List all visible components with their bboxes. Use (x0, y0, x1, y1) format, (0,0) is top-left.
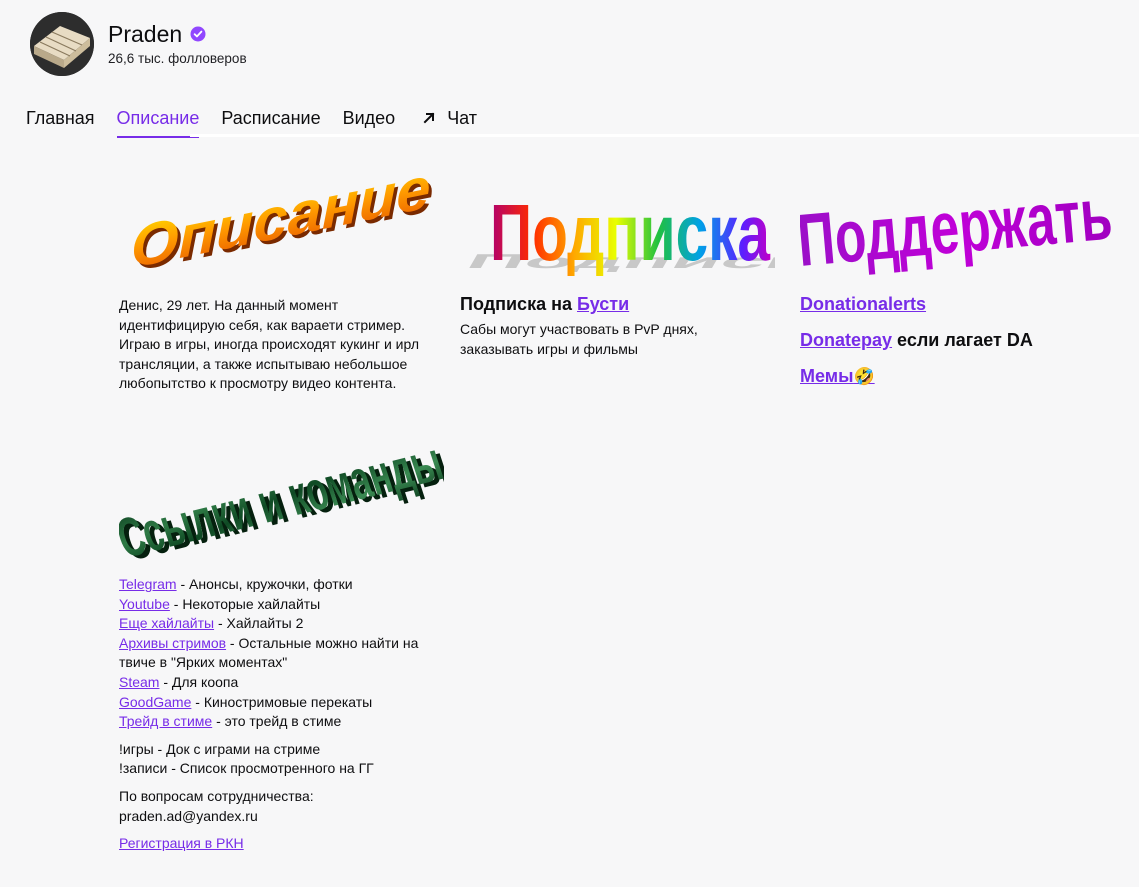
subscribe-text: Сабы могут участвовать в PvP днях, заказ… (460, 321, 698, 357)
list-item: GoodGame - Кинострим­овые перекаты (119, 693, 373, 710)
telegram-link[interactable]: Telegram (119, 576, 177, 592)
channel-header: Praden 26,6 тыс. фолловеров (30, 12, 247, 76)
pallet-avatar-image (30, 12, 94, 76)
tab-schedule[interactable]: Расписание (221, 106, 320, 136)
about-panel-image: Описание Описание (131, 168, 434, 284)
external-arrow-icon (423, 112, 435, 124)
laughing-emoji-icon: 🤣 (853, 367, 875, 386)
panel-about: Описание Описание Денис, 29 лет. На данн… (119, 168, 444, 394)
links-panel-image: Ссылки и команды Ссылки и команды (119, 446, 444, 571)
more-highlights-link[interactable]: Еще хайлайты (119, 615, 214, 631)
tabs-divider (190, 134, 1139, 137)
youtube-link[interactable]: Youtube (119, 596, 170, 612)
links-image-title: Ссылки и команды (119, 446, 444, 569)
followers-count: 26,6 тыс. фолловеров (108, 51, 247, 66)
links-list: Telegram - Анонсы, кружочки, фотки Youtu… (119, 575, 444, 854)
panel-support: Поддержать Donationalerts Donatepay если… (800, 168, 1125, 389)
panel-subscribe: Подписка Подписка Подписка на Бусти Сабы… (460, 168, 775, 359)
tab-about[interactable]: Описание (116, 106, 200, 138)
about-text: Денис, 29 лет. На данный момент идентифи… (119, 297, 419, 392)
about-image-title: Описание (131, 168, 430, 281)
boosty-link[interactable]: Бусти (577, 294, 629, 314)
command-records: !записи - Список просмотренного на ГГ (119, 760, 374, 777)
support-image-title: Поддержать (800, 172, 1115, 282)
list-item: Архивы стримов - Остальные можно найти н… (119, 634, 419, 671)
donatepay-link[interactable]: Donatepay (800, 330, 892, 350)
tab-chat-label: Чат (447, 108, 478, 128)
steam-trade-link[interactable]: Трейд в стиме (119, 713, 212, 729)
memes-link[interactable]: Мемы🤣 (800, 366, 875, 386)
contact-email: praden.ad@yandex.ru (119, 807, 258, 824)
tab-videos[interactable]: Видео (343, 106, 396, 136)
panel-links: Ссылки и команды Ссылки и команды Telegr… (119, 446, 444, 854)
list-item: Telegram - Анонсы, кружочки, фотки (119, 576, 353, 592)
tab-home[interactable]: Главная (26, 106, 95, 136)
command-games: !игры - Док с играми на стриме (119, 740, 321, 757)
goodgame-link[interactable]: GoodGame (119, 694, 191, 710)
stream-archives-link[interactable]: Архивы стримов (119, 635, 226, 651)
avatar[interactable] (30, 12, 94, 76)
subscribe-image-title: Подписка (490, 188, 770, 277)
subscribe-panel-image: Подписка Подписка (461, 188, 775, 277)
list-item: Youtube - Некоторые хайлайты (119, 595, 321, 612)
rkn-registration-link[interactable]: Регистрация в РКН (119, 835, 244, 851)
subscribe-title: Подписка на (460, 294, 572, 314)
list-item: Steam - Для коопа (119, 673, 239, 690)
tab-chat[interactable]: Чат (421, 106, 477, 136)
list-item: Еще хайлайты - Хайлайты 2 (119, 615, 304, 632)
verified-badge-icon (190, 26, 206, 42)
support-panel-image: Поддержать (800, 172, 1115, 282)
steam-link[interactable]: Steam (119, 674, 159, 690)
list-item: Трейд в стиме - это трейд в стиме (119, 713, 342, 730)
channel-name[interactable]: Praden (108, 20, 182, 48)
contact-label: По вопросам сотрудничества: (119, 787, 314, 804)
donationalerts-link[interactable]: Donationalerts (800, 294, 926, 314)
donatepay-note: если лагает DA (897, 330, 1033, 350)
